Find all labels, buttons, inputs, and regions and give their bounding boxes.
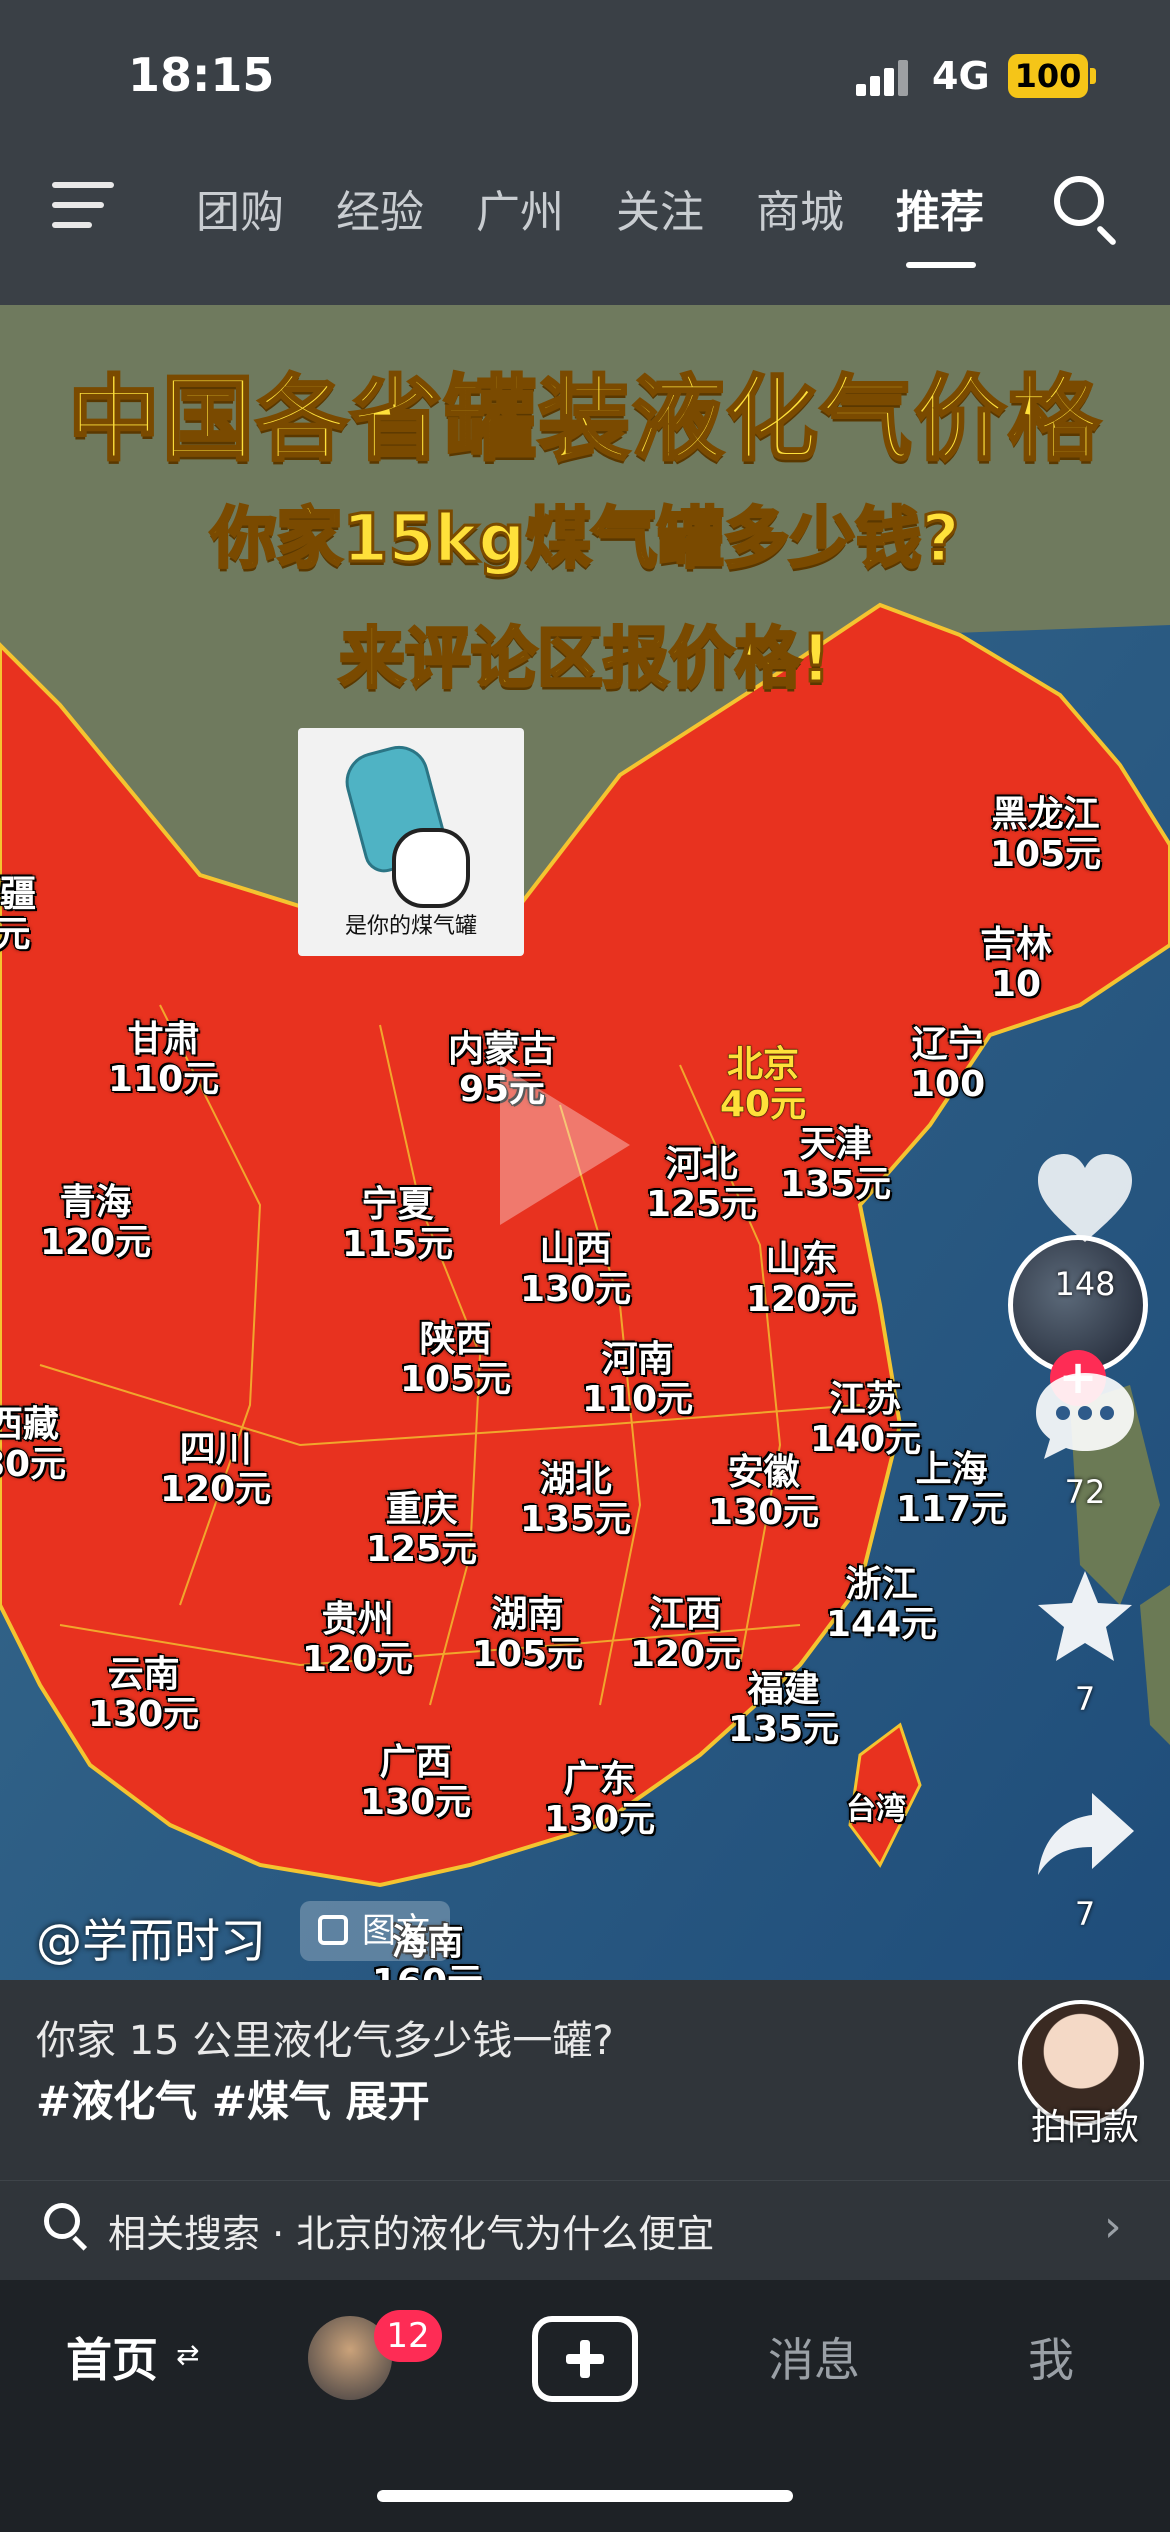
- province-label: 江西 120元: [629, 1594, 742, 1676]
- bottom-nav: 首页 ⇄ 12 消息 我: [0, 2280, 1170, 2532]
- comment-icon: [1036, 1373, 1134, 1459]
- province-label: 山东 120元: [745, 1239, 858, 1321]
- tab-guanzhu[interactable]: 关注: [616, 176, 756, 240]
- related-search-text: 相关搜索 · 北京的液化气为什么便宜: [108, 2212, 715, 2256]
- province-label: 河北 125元: [645, 1144, 758, 1226]
- province-label: 宁夏 115元: [341, 1184, 454, 1266]
- tab-jingyan[interactable]: 经验: [336, 176, 476, 240]
- nav-me[interactable]: 我: [1028, 2324, 1074, 2390]
- nav-messages[interactable]: 消息: [768, 2324, 860, 2390]
- province-label: 云南 130元: [87, 1654, 200, 1736]
- create-button[interactable]: [532, 2316, 638, 2402]
- signal-icon: [856, 58, 916, 96]
- battery-tip: [1090, 68, 1096, 84]
- province-label: 浙江 144元: [825, 1564, 938, 1646]
- share-count: 7: [1074, 1895, 1096, 1933]
- swap-icon: ⇄: [176, 2338, 200, 2371]
- province-label: 新疆0元: [0, 874, 37, 956]
- tab-shangcheng[interactable]: 商城: [756, 176, 896, 240]
- battery-icon: 100: [1008, 54, 1088, 98]
- share-button[interactable]: [1030, 1785, 1140, 1885]
- tab-tuangou[interactable]: 团购: [196, 176, 336, 240]
- province-label: 山西 130元: [519, 1229, 632, 1311]
- home-indicator: [377, 2490, 793, 2502]
- meme-sticker: 是你的煤气罐: [298, 728, 524, 956]
- tab-guangzhou[interactable]: 广州: [476, 176, 616, 240]
- province-label: 西藏80元: [0, 1404, 67, 1486]
- province-label: 江苏 140元: [809, 1379, 922, 1461]
- province-label: 四川 120元: [159, 1429, 272, 1511]
- favorite-count: 7: [1074, 1680, 1096, 1718]
- same-style-button[interactable]: 拍同款: [1000, 2098, 1170, 2150]
- map-title: 中国各省罐装液化气价格: [66, 365, 1102, 475]
- province-label: 安徽 130元: [707, 1452, 820, 1534]
- like-button[interactable]: [1030, 1150, 1140, 1250]
- author-handle[interactable]: @学而时习: [36, 1905, 266, 1971]
- meme-caption: 是你的煤气罐: [344, 914, 477, 939]
- province-label: 福建 135元: [727, 1669, 840, 1751]
- face-icon: [392, 828, 470, 908]
- app-screen: 18:15 4G 100 团购 经验 广州 关注 商城 推荐 中国各省罐装液化气…: [0, 0, 1170, 2532]
- province-label: 吉林 10: [979, 924, 1053, 1006]
- notification-badge: 12: [374, 2310, 442, 2362]
- heart-icon: [1038, 1154, 1132, 1242]
- province-label: 广西 130元: [359, 1742, 472, 1824]
- image-post-badge[interactable]: 图文: [300, 1901, 450, 1961]
- comment-button[interactable]: [1030, 1365, 1140, 1465]
- province-label-beijing: 北京 40元: [719, 1044, 807, 1125]
- province-label: 河南 110元: [581, 1339, 694, 1421]
- search-icon: [44, 2203, 88, 2251]
- image-icon: [318, 1915, 348, 1945]
- network-type: 4G: [932, 54, 990, 98]
- hashtags-expand[interactable]: #液化气 #煤气 展开: [36, 2068, 430, 2129]
- comment-count: 72: [1064, 1473, 1106, 1511]
- province-label: 陕西 105元: [399, 1319, 512, 1401]
- province-label: 重庆 125元: [365, 1489, 478, 1571]
- status-time: 18:15: [128, 48, 275, 102]
- top-bar: 18:15 4G 100 团购 经验 广州 关注 商城 推荐: [0, 0, 1170, 305]
- province-label: 天津 135元: [779, 1124, 892, 1206]
- province-label: 台湾: [845, 1791, 907, 1828]
- province-label: 上海 117元: [895, 1449, 1008, 1531]
- video-player[interactable]: 中国各省罐装液化气价格 你家15kg煤气罐多少钱? 来评论区报价格! 是你的煤气…: [0, 305, 1170, 1980]
- play-icon[interactable]: [500, 1065, 630, 1225]
- favorite-button[interactable]: [1030, 1567, 1140, 1667]
- map-subtitle: 你家15kg煤气罐多少钱?: [209, 499, 961, 579]
- province-label: 甘肃 110元: [107, 1019, 220, 1101]
- chevron-right-icon: ›: [1104, 2201, 1122, 2252]
- active-tab-indicator: [906, 262, 976, 268]
- province-label: 贵州 120元: [301, 1599, 414, 1681]
- caption-area: 你家 15 公里液化气多少钱一罐? #液化气 #煤气 展开 拍同款 相关搜索 ·…: [0, 1980, 1170, 2280]
- province-label: 湖北 135元: [519, 1459, 632, 1541]
- search-icon[interactable]: [1054, 176, 1120, 247]
- province-label: 青海 120元: [39, 1182, 152, 1264]
- province-label: 黑龙江 105元: [989, 794, 1102, 876]
- related-search-bar[interactable]: 相关搜索 · 北京的液化气为什么便宜 ›: [0, 2180, 1170, 2272]
- nav-home[interactable]: 首页: [66, 2324, 158, 2390]
- star-icon: [1038, 1571, 1132, 1661]
- top-tabs: 团购 经验 广州 关注 商城 推荐: [196, 176, 1036, 240]
- video-description: 你家 15 公里液化气多少钱一罐?: [36, 2018, 614, 2064]
- tab-tuijian[interactable]: 推荐: [896, 176, 1036, 240]
- map-call-to-action: 来评论区报价格!: [337, 619, 832, 699]
- menu-icon[interactable]: [52, 182, 114, 232]
- province-label: 广东 130元: [543, 1759, 656, 1841]
- province-label: 湖南 105元: [471, 1594, 584, 1676]
- share-icon: [1038, 1793, 1134, 1875]
- province-label: 辽宁 100: [909, 1024, 986, 1106]
- like-count: 148: [1054, 1265, 1116, 1303]
